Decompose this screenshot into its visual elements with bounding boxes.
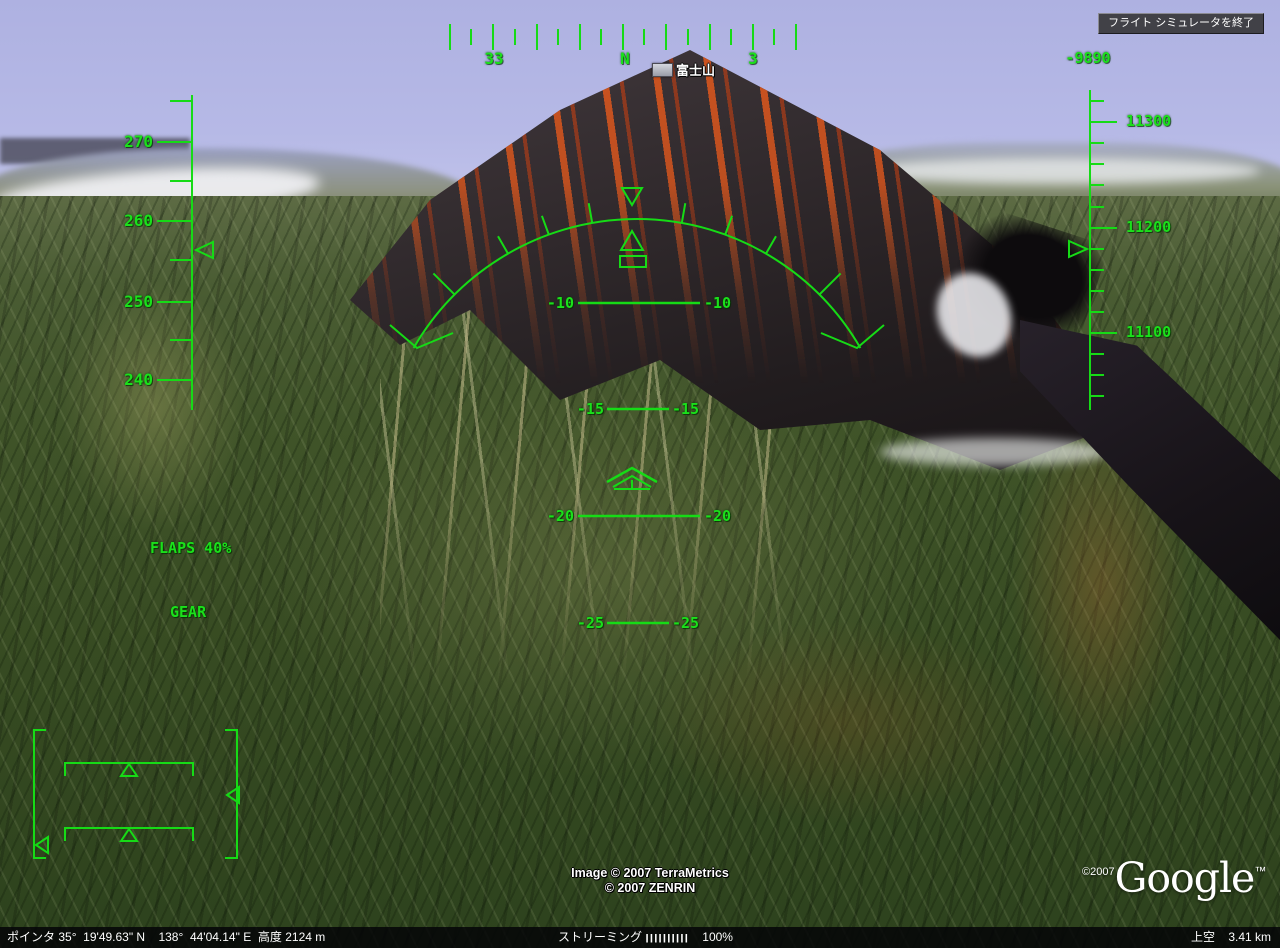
attribution-line-1: Image © 2007 TerraMetrics [571, 866, 729, 880]
pointer-coordinates: ポインタ 35° 19'49.63" N 138° 44'04.14" E 高度… [7, 927, 325, 948]
google-earth-flight-simulator-viewport: 33 N 3 270 260 250 240 -9890 11300 11200… [0, 0, 1280, 948]
pitch-label-left: -20 [546, 507, 574, 525]
speed-label: 270 [124, 132, 153, 151]
speed-label: 260 [124, 211, 153, 230]
altitude-readout: -9890 [1065, 49, 1111, 67]
google-watermark: ©2007 Google ™ [1082, 856, 1266, 900]
google-copyright: ©2007 [1082, 866, 1115, 878]
pointer-label: ポインタ [7, 930, 56, 944]
placemark-mount-fuji[interactable]: 富士山 [652, 60, 715, 79]
terrain-altitude-value: 2124 m [285, 930, 326, 944]
pointer-longitude: 138° 44'04.14" E [158, 930, 252, 944]
map-attribution: Image © 2007 TerraMetrics © 2007 ZENRIN [520, 866, 780, 896]
gear-status: GEAR [170, 603, 207, 621]
eye-altitude-value: 3.41 km [1228, 930, 1271, 944]
pitch-label-right: -20 [704, 507, 732, 525]
pitch-label-right: -25 [672, 614, 700, 632]
compass-label-3: 3 [748, 49, 758, 68]
attribution-line-2: © 2007 ZENRIN [604, 881, 696, 895]
pitch-label-right: -15 [672, 400, 700, 418]
eye-altitude-label: 上空 [1190, 930, 1215, 944]
streaming-progress-bars: |||||||||| [645, 931, 689, 943]
pitch-label-left: -10 [546, 294, 574, 312]
streaming-percent: 100% [702, 930, 733, 944]
status-bar: ポインタ 35° 19'49.63" N 138° 44'04.14" E 高度… [0, 927, 1280, 948]
streaming-status: ストリーミング |||||||||| 100% [558, 927, 733, 948]
altitude-label: 11200 [1126, 218, 1172, 236]
snow-patch [880, 438, 1110, 466]
snow-band-right [860, 158, 1260, 184]
compass-label-33: 33 [484, 49, 504, 68]
terrain-altitude-label: 高度 [257, 930, 282, 944]
exit-flight-simulator-button[interactable]: フライト シミュレータを終了 [1098, 13, 1264, 34]
google-logo-text: Google [1114, 854, 1256, 902]
pitch-label-left: -25 [576, 614, 604, 632]
placemark-icon[interactable] [652, 62, 673, 77]
pitch-label-left: -15 [576, 400, 604, 418]
placemark-label: 富士山 [676, 63, 716, 78]
flaps-status: FLAPS 40% [150, 539, 232, 557]
speed-label: 240 [124, 370, 153, 389]
pointer-latitude: 35° 19'49.63" N [58, 930, 146, 944]
speed-label: 250 [124, 292, 153, 311]
pitch-label-right: -10 [704, 294, 732, 312]
google-trademark: ™ [1254, 864, 1267, 878]
altitude-label: 11300 [1126, 112, 1172, 130]
eye-altitude: 上空 3.41 km [1191, 927, 1271, 948]
compass-label-n: N [620, 49, 630, 68]
altitude-label: 11100 [1126, 323, 1172, 341]
streaming-label: ストリーミング [558, 930, 643, 944]
